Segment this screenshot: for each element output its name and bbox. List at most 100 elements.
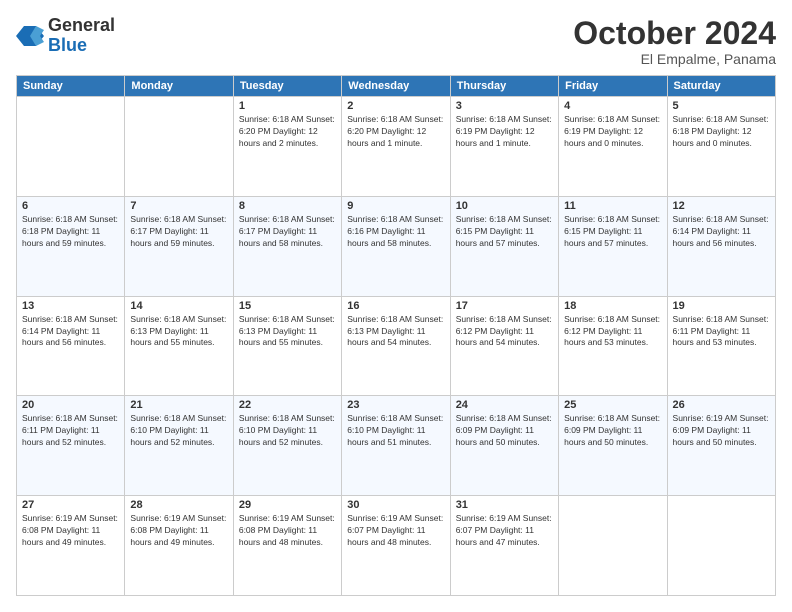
day-info: Sunrise: 6:18 AM Sunset: 6:12 PM Dayligh… bbox=[564, 314, 661, 350]
calendar-col-wednesday: Wednesday bbox=[342, 76, 450, 97]
calendar-cell: 10 Sunrise: 6:18 AM Sunset: 6:15 PM Dayli… bbox=[450, 196, 558, 296]
day-info: Sunrise: 6:18 AM Sunset: 6:13 PM Dayligh… bbox=[130, 314, 227, 350]
calendar-cell: 7Sunrise: 6:18 AM Sunset: 6:17 PM Daylig… bbox=[125, 196, 233, 296]
calendar-col-sunday: Sunday bbox=[17, 76, 125, 97]
calendar-cell: 9 Sunrise: 6:18 AM Sunset: 6:16 PM Daylig… bbox=[342, 196, 450, 296]
day-number: 10 bbox=[456, 200, 553, 212]
calendar-week-row: 13Sunrise: 6:18 AM Sunset: 6:14 PM Dayli… bbox=[17, 296, 776, 396]
day-info: Sunrise: 6:19 AM Sunset: 6:09 PM Dayligh… bbox=[673, 413, 770, 449]
calendar-cell: 28 Sunrise: 6:19 AM Sunset: 6:08 PM Dayli… bbox=[125, 496, 233, 596]
day-info: Sunrise: 6:18 AM Sunset: 6:15 PM Dayligh… bbox=[564, 214, 661, 250]
calendar-header-row: SundayMondayTuesdayWednesdayThursdayFrid… bbox=[17, 76, 776, 97]
day-number: 22 bbox=[239, 399, 336, 411]
day-info: Sunrise: 6:18 AM Sunset: 6:17 PM Dayligh… bbox=[239, 214, 336, 250]
title-block: October 2024 El Empalme, Panama bbox=[573, 16, 776, 67]
day-number: 24 bbox=[456, 399, 553, 411]
day-info: Sunrise: 6:18 AM Sunset: 6:16 PM Dayligh… bbox=[347, 214, 444, 250]
day-number: 19 bbox=[673, 300, 770, 312]
calendar-week-row: 27 Sunrise: 6:19 AM Sunset: 6:08 PM Dayli… bbox=[17, 496, 776, 596]
day-number: 8 bbox=[239, 200, 336, 212]
calendar-cell bbox=[667, 496, 775, 596]
day-number: 28 bbox=[130, 499, 227, 511]
calendar-cell: 24 Sunrise: 6:18 AM Sunset: 6:09 PM Dayli… bbox=[450, 396, 558, 496]
calendar-week-row: 1Sunrise: 6:18 AM Sunset: 6:20 PM Daylig… bbox=[17, 97, 776, 197]
calendar-table: SundayMondayTuesdayWednesdayThursdayFrid… bbox=[16, 75, 776, 596]
calendar-cell: 22 Sunrise: 6:18 AM Sunset: 6:10 PM Dayli… bbox=[233, 396, 341, 496]
calendar-cell: 23 Sunrise: 6:18 AM Sunset: 6:10 PM Dayli… bbox=[342, 396, 450, 496]
calendar-cell: 11 Sunrise: 6:18 AM Sunset: 6:15 PM Dayli… bbox=[559, 196, 667, 296]
day-info: Sunrise: 6:18 AM Sunset: 6:19 PM Dayligh… bbox=[456, 114, 553, 150]
day-info: Sunrise: 6:18 AM Sunset: 6:13 PM Dayligh… bbox=[239, 314, 336, 350]
logo-general: General bbox=[48, 15, 115, 35]
calendar-cell bbox=[125, 97, 233, 197]
calendar-cell: 8 Sunrise: 6:18 AM Sunset: 6:17 PM Daylig… bbox=[233, 196, 341, 296]
day-number: 29 bbox=[239, 499, 336, 511]
calendar-cell: 6Sunrise: 6:18 AM Sunset: 6:18 PM Daylig… bbox=[17, 196, 125, 296]
calendar-cell: 5 Sunrise: 6:18 AM Sunset: 6:18 PM Daylig… bbox=[667, 97, 775, 197]
day-number: 2 bbox=[347, 100, 444, 112]
logo-blue: Blue bbox=[48, 35, 87, 55]
day-info: Sunrise: 6:18 AM Sunset: 6:11 PM Dayligh… bbox=[673, 314, 770, 350]
day-number: 17 bbox=[456, 300, 553, 312]
calendar-cell: 2Sunrise: 6:18 AM Sunset: 6:20 PM Daylig… bbox=[342, 97, 450, 197]
day-number: 9 bbox=[347, 200, 444, 212]
calendar-cell: 14 Sunrise: 6:18 AM Sunset: 6:13 PM Dayli… bbox=[125, 296, 233, 396]
day-number: 12 bbox=[673, 200, 770, 212]
calendar-week-row: 6Sunrise: 6:18 AM Sunset: 6:18 PM Daylig… bbox=[17, 196, 776, 296]
day-number: 30 bbox=[347, 499, 444, 511]
calendar-col-monday: Monday bbox=[125, 76, 233, 97]
day-info: Sunrise: 6:18 AM Sunset: 6:12 PM Dayligh… bbox=[456, 314, 553, 350]
calendar-cell: 12 Sunrise: 6:18 AM Sunset: 6:14 PM Dayli… bbox=[667, 196, 775, 296]
day-info: Sunrise: 6:18 AM Sunset: 6:19 PM Dayligh… bbox=[564, 114, 661, 150]
calendar-col-tuesday: Tuesday bbox=[233, 76, 341, 97]
calendar-cell: 21Sunrise: 6:18 AM Sunset: 6:10 PM Dayli… bbox=[125, 396, 233, 496]
calendar-cell: 26Sunrise: 6:19 AM Sunset: 6:09 PM Dayli… bbox=[667, 396, 775, 496]
logo-icon bbox=[16, 22, 44, 50]
day-number: 27 bbox=[22, 499, 119, 511]
calendar-cell: 29 Sunrise: 6:19 AM Sunset: 6:08 PM Dayli… bbox=[233, 496, 341, 596]
calendar-cell: 19 Sunrise: 6:18 AM Sunset: 6:11 PM Dayli… bbox=[667, 296, 775, 396]
day-info: Sunrise: 6:18 AM Sunset: 6:14 PM Dayligh… bbox=[22, 314, 119, 350]
day-number: 3 bbox=[456, 100, 553, 112]
calendar-cell: 18Sunrise: 6:18 AM Sunset: 6:12 PM Dayli… bbox=[559, 296, 667, 396]
day-info: Sunrise: 6:18 AM Sunset: 6:11 PM Dayligh… bbox=[22, 413, 119, 449]
page-header: General Blue October 2024 El Empalme, Pa… bbox=[16, 16, 776, 67]
logo: General Blue bbox=[16, 16, 115, 56]
day-number: 25 bbox=[564, 399, 661, 411]
calendar-col-thursday: Thursday bbox=[450, 76, 558, 97]
day-number: 15 bbox=[239, 300, 336, 312]
day-info: Sunrise: 6:18 AM Sunset: 6:10 PM Dayligh… bbox=[347, 413, 444, 449]
day-info: Sunrise: 6:18 AM Sunset: 6:14 PM Dayligh… bbox=[673, 214, 770, 250]
day-info: Sunrise: 6:19 AM Sunset: 6:08 PM Dayligh… bbox=[130, 513, 227, 549]
day-number: 21 bbox=[130, 399, 227, 411]
day-number: 31 bbox=[456, 499, 553, 511]
day-info: Sunrise: 6:18 AM Sunset: 6:18 PM Dayligh… bbox=[673, 114, 770, 150]
day-number: 5 bbox=[673, 100, 770, 112]
day-number: 23 bbox=[347, 399, 444, 411]
day-number: 1 bbox=[239, 100, 336, 112]
day-number: 16 bbox=[347, 300, 444, 312]
calendar-week-row: 20 Sunrise: 6:18 AM Sunset: 6:11 PM Dayli… bbox=[17, 396, 776, 496]
day-number: 4 bbox=[564, 100, 661, 112]
calendar-col-friday: Friday bbox=[559, 76, 667, 97]
calendar-cell: 27 Sunrise: 6:19 AM Sunset: 6:08 PM Dayli… bbox=[17, 496, 125, 596]
day-number: 14 bbox=[130, 300, 227, 312]
day-number: 20 bbox=[22, 399, 119, 411]
calendar-cell: 31 Sunrise: 6:19 AM Sunset: 6:07 PM Dayli… bbox=[450, 496, 558, 596]
calendar-cell: 25Sunrise: 6:18 AM Sunset: 6:09 PM Dayli… bbox=[559, 396, 667, 496]
day-info: Sunrise: 6:18 AM Sunset: 6:18 PM Dayligh… bbox=[22, 214, 119, 250]
day-info: Sunrise: 6:19 AM Sunset: 6:08 PM Dayligh… bbox=[239, 513, 336, 549]
calendar-cell: 17 Sunrise: 6:18 AM Sunset: 6:12 PM Dayli… bbox=[450, 296, 558, 396]
day-info: Sunrise: 6:18 AM Sunset: 6:10 PM Dayligh… bbox=[239, 413, 336, 449]
day-info: Sunrise: 6:18 AM Sunset: 6:15 PM Dayligh… bbox=[456, 214, 553, 250]
calendar-cell bbox=[17, 97, 125, 197]
day-info: Sunrise: 6:19 AM Sunset: 6:07 PM Dayligh… bbox=[456, 513, 553, 549]
calendar-cell: 16 Sunrise: 6:18 AM Sunset: 6:13 PM Dayli… bbox=[342, 296, 450, 396]
day-info: Sunrise: 6:18 AM Sunset: 6:13 PM Dayligh… bbox=[347, 314, 444, 350]
day-info: Sunrise: 6:19 AM Sunset: 6:07 PM Dayligh… bbox=[347, 513, 444, 549]
day-info: Sunrise: 6:19 AM Sunset: 6:08 PM Dayligh… bbox=[22, 513, 119, 549]
day-number: 11 bbox=[564, 200, 661, 212]
day-info: Sunrise: 6:18 AM Sunset: 6:09 PM Dayligh… bbox=[456, 413, 553, 449]
day-number: 7 bbox=[130, 200, 227, 212]
calendar-cell: 1Sunrise: 6:18 AM Sunset: 6:20 PM Daylig… bbox=[233, 97, 341, 197]
